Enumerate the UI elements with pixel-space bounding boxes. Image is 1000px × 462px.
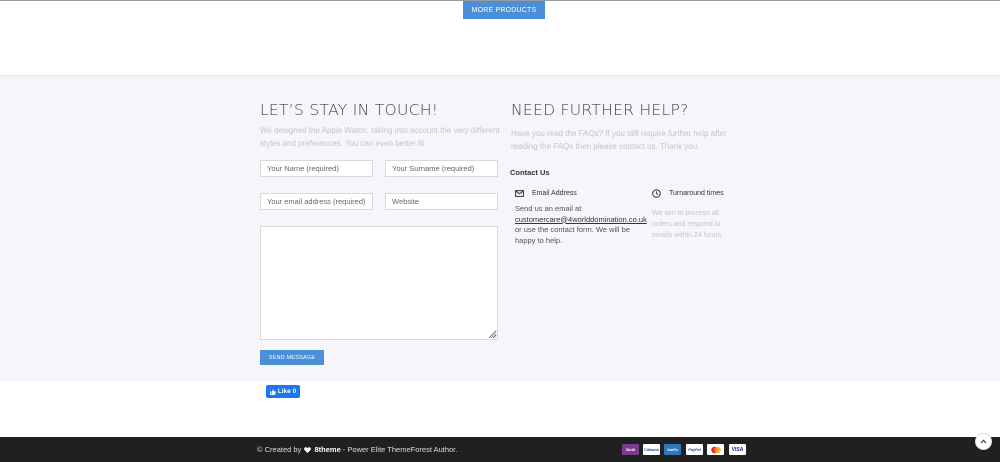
citibank-payment-icon: Citibank <box>643 444 660 455</box>
scroll-to-top-button[interactable] <box>975 433 992 450</box>
turnaround-line-3: emails within 24 hours. <box>652 232 724 239</box>
footer <box>0 437 1000 462</box>
turnaround-line-1: We aim to process all <box>652 210 719 217</box>
amex-payment-icon: AmEx <box>664 444 681 455</box>
facebook-like-button[interactable]: Like 0 <box>266 385 300 398</box>
contact-section <box>0 75 1000 382</box>
mastercard-logo-icon <box>710 446 721 453</box>
help-title: NEED FURTHER HELP? <box>511 101 689 119</box>
chevron-up-icon <box>980 439 987 444</box>
turnaround-label: Turnaround times <box>669 190 724 197</box>
name-input[interactable] <box>260 160 373 177</box>
turnaround-info: We aim to process all orders and respond… <box>652 208 742 241</box>
footer-tagline: - Power Elite ThemeForest Author. <box>342 445 458 454</box>
help-description: Have you read the FAQs? If you still req… <box>511 129 727 151</box>
email-line-1: Send us an email at <box>515 204 582 213</box>
skrill-payment-icon: Skrill <box>622 444 639 455</box>
footer-brand-link[interactable]: 8theme <box>314 445 340 454</box>
created-by-text: © Created by <box>257 445 302 454</box>
email-line-3: happy to help. <box>515 235 563 245</box>
mastercard-payment-icon <box>707 444 724 455</box>
message-textarea[interactable] <box>260 226 498 340</box>
footer-credit: © Created by 8theme - Power Elite ThemeF… <box>257 445 457 454</box>
website-input[interactable] <box>385 193 498 210</box>
paypal-payment-icon: PayPal <box>686 444 703 455</box>
email-address-label: Email Address <box>532 190 577 197</box>
email-line-2: or use the contact form. We will be <box>515 225 630 234</box>
email-info: Send us an email at customercare@4worldd… <box>515 204 650 246</box>
heart-icon <box>304 446 312 453</box>
clock-icon <box>652 189 661 198</box>
email-input[interactable] <box>260 193 373 210</box>
thumbs-up-icon <box>269 388 276 395</box>
turnaround-line-2: orders and respond to <box>652 221 721 228</box>
email-link[interactable]: customercare@4worlddomination.co.uk <box>515 215 647 224</box>
contact-us-heading: Contact Us <box>510 168 550 177</box>
stay-in-touch-title: LET’S STAY IN TOUCH! <box>260 101 439 119</box>
send-message-button[interactable]: SEND MESSAGE <box>260 350 324 365</box>
stay-in-touch-description: We designed the Apple Watch, taking into… <box>260 126 500 148</box>
envelope-icon <box>515 190 524 197</box>
surname-input[interactable] <box>385 160 498 177</box>
more-products-button[interactable]: MORE PRODUCTS <box>463 1 545 19</box>
like-label: Like 0 <box>277 388 297 395</box>
visa-payment-icon: VISA <box>729 444 746 455</box>
